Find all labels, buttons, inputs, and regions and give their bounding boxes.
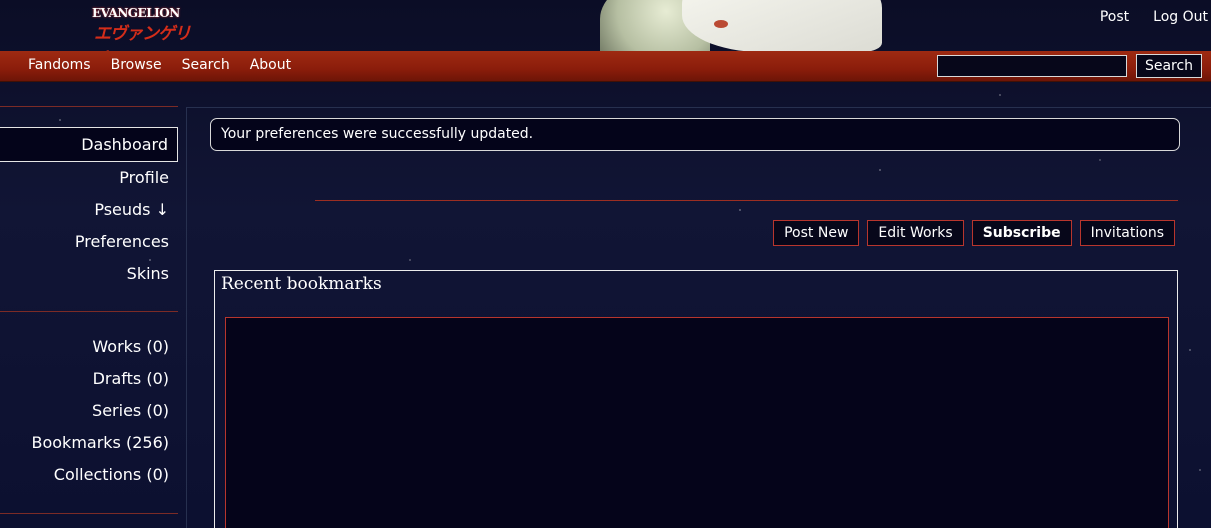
sidebar-rule-middle <box>0 311 178 312</box>
dashboard-nav: Dashboard Profile Pseuds ↓ Preferences S… <box>0 127 178 290</box>
sidebar-item-bookmarks[interactable]: Bookmarks (256) <box>0 427 178 459</box>
heading-rule <box>315 200 1178 201</box>
sidebar-item-collections[interactable]: Collections (0) <box>0 459 178 491</box>
recent-bookmarks-section: Recent bookmarks <box>214 270 1178 528</box>
sidebar-rule-bottom <box>0 513 178 514</box>
logout-link[interactable]: Log Out <box>1141 8 1211 28</box>
sidebar-item-series[interactable]: Series (0) <box>0 395 178 427</box>
sidebar-divider <box>186 107 187 528</box>
subscribe-button[interactable]: Subscribe <box>971 220 1072 246</box>
recent-bookmarks-heading: Recent bookmarks <box>221 274 382 294</box>
evangelion-logo[interactable]: EVANGELION エヴァンゲリオン <box>92 6 204 69</box>
sidebar-item-preferences[interactable]: Preferences <box>0 226 178 258</box>
invitations-button[interactable]: Invitations <box>1079 220 1175 246</box>
post-new-button[interactable]: Post New <box>773 220 860 246</box>
sidebar-item-profile[interactable]: Profile <box>0 162 178 194</box>
content-top-divider <box>187 107 1211 108</box>
bookmarks-list <box>225 317 1169 528</box>
post-link[interactable]: Post <box>1088 8 1141 28</box>
sidebar-item-dashboard[interactable]: Dashboard <box>0 127 178 162</box>
search-input[interactable] <box>937 55 1127 77</box>
primary-nav: Fandoms Browse Search About Search <box>0 51 1211 82</box>
sidebar-item-drafts[interactable]: Drafts (0) <box>0 363 178 395</box>
sidebar-rule-top <box>0 106 178 107</box>
search-button[interactable]: Search <box>1136 54 1202 78</box>
nav-search[interactable]: Search <box>172 51 240 81</box>
site-header: EVANGELION エヴァンゲリオン Post Log Out <box>0 0 1211 69</box>
nav-about[interactable]: About <box>240 51 301 81</box>
nav-fandoms[interactable]: Fandoms <box>18 51 101 81</box>
sidebar-item-works[interactable]: Works (0) <box>0 331 178 363</box>
header-character-art <box>596 0 886 51</box>
dashboard-stats-nav: Works (0) Drafts (0) Series (0) Bookmark… <box>0 331 178 491</box>
logo-katakana: エヴァンゲリオン <box>94 24 191 69</box>
user-links: Post Log Out <box>1088 8 1211 28</box>
edit-works-button[interactable]: Edit Works <box>867 220 964 246</box>
sidebar-item-skins[interactable]: Skins <box>0 258 178 290</box>
dashboard-actions: Post New Edit Works Subscribe Invitation… <box>773 220 1175 246</box>
nav-browse[interactable]: Browse <box>101 51 172 81</box>
flash-notice: Your preferences were successfully updat… <box>210 118 1180 151</box>
sidebar-item-pseuds[interactable]: Pseuds ↓ <box>0 194 178 226</box>
